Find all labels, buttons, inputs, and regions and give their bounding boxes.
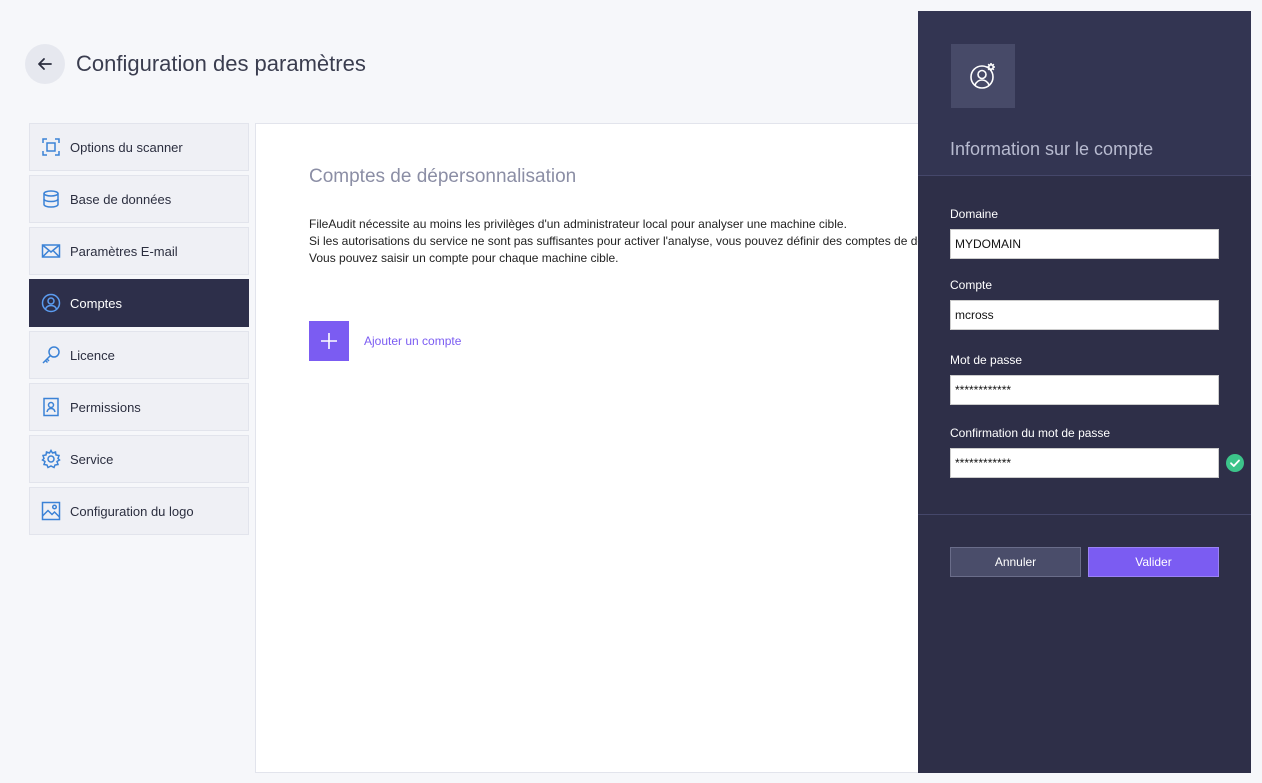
sidebar-item-label: Permissions (70, 399, 141, 415)
sidebar-item-label: Service (70, 451, 114, 467)
sidebar-item-logo-config[interactable]: Configuration du logo (29, 487, 249, 535)
page-header: Configuration des paramètres (25, 44, 366, 84)
user-circle-icon (40, 292, 62, 314)
image-icon (40, 500, 62, 522)
envelope-icon (40, 240, 62, 262)
add-account-button[interactable] (309, 321, 349, 361)
sidebar: Options du scanner Base de données Param… (29, 123, 249, 539)
domain-input[interactable] (950, 229, 1219, 259)
sidebar-item-label: Paramètres E-mail (70, 243, 178, 259)
confirm-password-field-group: Confirmation du mot de passe (950, 426, 1244, 478)
sidebar-item-scanner-options[interactable]: Options du scanner (29, 123, 249, 171)
main-content: Comptes de dépersonnalisation FileAudit … (255, 123, 945, 773)
password-field-group: Mot de passe (950, 353, 1219, 405)
account-label: Compte (950, 278, 993, 292)
sidebar-item-license[interactable]: Licence (29, 331, 249, 379)
account-form: Domaine Compte Mot de passe Confirmation… (950, 207, 1244, 497)
password-input[interactable] (950, 375, 1219, 405)
description-line: FileAudit nécessite au moins les privilè… (309, 217, 847, 231)
sidebar-item-permissions[interactable]: Permissions (29, 383, 249, 431)
scanner-frame-icon (40, 136, 62, 158)
badge-icon (40, 396, 62, 418)
gear-icon (40, 448, 62, 470)
back-button[interactable] (25, 44, 65, 84)
account-field-group: Compte (950, 278, 1219, 330)
panel-title: Information sur le compte (950, 139, 1154, 159)
sidebar-item-label: Comptes (70, 295, 123, 311)
panel-header: Information sur le compte (918, 11, 1251, 176)
section-title: Comptes de dépersonnalisation (309, 166, 577, 187)
sidebar-item-database[interactable]: Base de données (29, 175, 249, 223)
add-account-row: Ajouter un compte (309, 321, 461, 361)
panel-divider (918, 514, 1251, 515)
sidebar-item-label: Options du scanner (70, 139, 183, 155)
domain-label: Domaine (950, 207, 999, 221)
check-circle-icon (1226, 454, 1244, 472)
description-line: Si les autorisations du service ne sont … (309, 234, 945, 248)
description-line: Vous pouvez saisir un compte pour chaque… (309, 251, 619, 265)
description: FileAudit nécessite au moins les privilè… (309, 216, 945, 267)
confirm-password-label: Confirmation du mot de passe (950, 426, 1111, 440)
database-icon (40, 188, 62, 210)
sidebar-item-email[interactable]: Paramètres E-mail (29, 227, 249, 275)
sidebar-item-accounts[interactable]: Comptes (29, 279, 249, 327)
user-gear-icon (951, 44, 1015, 108)
sidebar-item-label: Base de données (70, 191, 172, 207)
add-account-link[interactable]: Ajouter un compte (364, 334, 461, 348)
arrow-left-icon (38, 58, 52, 70)
sidebar-item-label: Licence (70, 347, 115, 363)
page-title: Configuration des paramètres (76, 51, 366, 76)
cancel-button[interactable]: Annuler (950, 547, 1081, 577)
key-icon (40, 344, 62, 366)
password-label: Mot de passe (950, 353, 1023, 367)
confirm-password-field-row (950, 448, 1244, 478)
domain-field-group: Domaine (950, 207, 1219, 259)
domain-field-row (950, 229, 1219, 259)
sidebar-item-service[interactable]: Service (29, 435, 249, 483)
account-field-row (950, 300, 1219, 330)
account-input[interactable] (950, 300, 1219, 330)
confirm-password-input[interactable] (950, 448, 1219, 478)
submit-button[interactable]: Valider (1088, 547, 1219, 577)
sidebar-item-label: Configuration du logo (70, 503, 194, 519)
password-field-row (950, 375, 1219, 405)
account-info-panel: Information sur le compte Domaine Compte… (918, 11, 1251, 773)
plus-icon (321, 333, 337, 349)
